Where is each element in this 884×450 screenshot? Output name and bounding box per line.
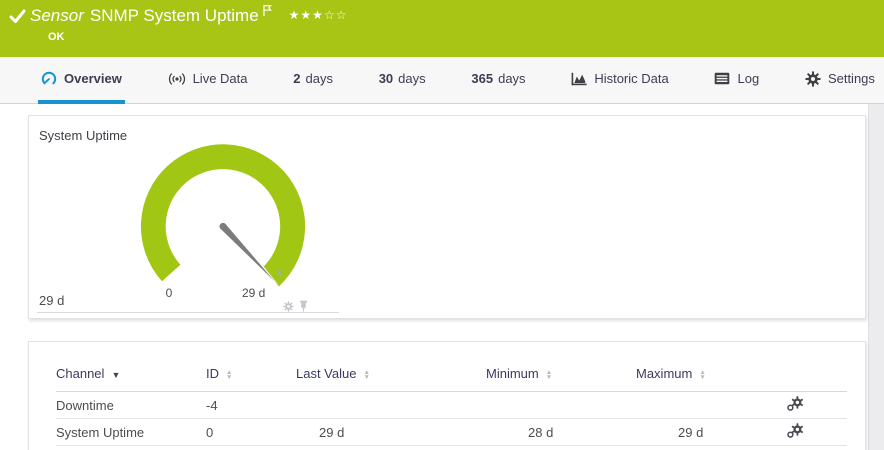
sort-icon[interactable]: ▲ ▼ xyxy=(546,369,552,381)
tab-log[interactable]: Log xyxy=(711,57,762,104)
channel-name[interactable]: System Uptime xyxy=(56,418,206,446)
mean-marker: x̄ xyxy=(277,268,282,278)
flag-icon[interactable] xyxy=(262,4,273,22)
tab-365-days-number: 365 xyxy=(471,71,494,86)
channel-minimum: 28 d xyxy=(486,418,636,446)
table-header-row: Channel ▼ ID ▲ ▼ Last Value ▲ ▼ Minimum ▲ ▼ Max… xyxy=(56,366,847,392)
tab-bar: Overview Live Data 2 days 30 days 365 da… xyxy=(0,57,884,104)
sort-icon[interactable]: ▲ ▼ xyxy=(363,369,369,381)
status-badge: OK xyxy=(48,31,65,43)
log-icon xyxy=(714,72,730,85)
priority-stars[interactable]: ★★★☆☆ xyxy=(289,8,348,22)
tab-overview[interactable]: Overview xyxy=(38,57,125,104)
channel-settings-icon[interactable] xyxy=(787,396,804,414)
sorted-desc-icon[interactable]: ▼ xyxy=(111,370,120,380)
tab-overview-label: Overview xyxy=(64,71,122,86)
channels-table: Channel ▼ ID ▲ ▼ Last Value ▲ ▼ Minimum ▲ ▼ Max… xyxy=(56,366,847,446)
gauge-scale-min: 0 xyxy=(165,286,173,300)
content-area: System Uptime x̄ 0 29 d 29 d Channel ▼ I… xyxy=(0,104,884,450)
channel-settings-icon[interactable] xyxy=(787,423,804,441)
tab-2-days-label: days xyxy=(305,71,333,86)
broadcast-icon xyxy=(168,72,186,86)
tab-2-days-number: 2 xyxy=(293,71,301,86)
table-row-system-uptime: System Uptime 0 29 d 28 d 29 d xyxy=(56,418,847,446)
channel-minimum xyxy=(486,391,636,419)
scrollbar-track[interactable] xyxy=(868,104,884,450)
pin-icon[interactable] xyxy=(299,299,308,317)
channel-name[interactable]: Downtime xyxy=(56,391,206,419)
column-header-channel[interactable]: Channel ▼ xyxy=(56,366,206,392)
gauge-settings-gear-icon[interactable] xyxy=(283,299,294,317)
stars-filled[interactable]: ★★★ xyxy=(289,8,324,22)
sensor-type-label: Sensor xyxy=(30,6,84,25)
tab-365-days-label: days xyxy=(498,71,526,86)
tab-30-days-label: days xyxy=(398,71,426,86)
tab-historic-data-label: Historic Data xyxy=(594,71,669,86)
gauge-current-value: 29 d xyxy=(39,293,65,308)
table-row-downtime: Downtime -4 xyxy=(56,391,847,419)
tab-historic-data[interactable]: Historic Data xyxy=(568,57,671,104)
gear-icon xyxy=(805,70,821,87)
tab-30-days-number: 30 xyxy=(378,71,394,86)
chart-icon xyxy=(571,72,587,86)
sensor-overview-page: Sensor SNMP System Uptime ★★★☆☆ OK Overv… xyxy=(0,0,884,450)
tab-log-label: Log xyxy=(737,71,760,86)
channel-last-value: 29 d xyxy=(296,418,486,446)
tab-30-days[interactable]: 30 days xyxy=(376,57,429,104)
channels-panel: Channel ▼ ID ▲ ▼ Last Value ▲ ▼ Minimum ▲ ▼ Max… xyxy=(28,341,866,450)
page-title: SNMP System Uptime xyxy=(89,6,259,25)
column-header-id[interactable]: ID ▲ ▼ xyxy=(206,366,296,392)
tab-settings-label: Settings xyxy=(827,71,875,86)
stars-empty[interactable]: ☆☆ xyxy=(324,8,348,22)
sort-icon[interactable]: ▲ ▼ xyxy=(699,369,705,381)
tab-365-days[interactable]: 365 days xyxy=(468,57,528,104)
gauge-panel: System Uptime x̄ 0 29 d 29 d xyxy=(28,115,866,319)
channel-maximum: 29 d xyxy=(636,418,786,446)
sensor-header: Sensor SNMP System Uptime ★★★☆☆ OK xyxy=(0,0,884,57)
column-header-maximum[interactable]: Maximum ▲ ▼ xyxy=(636,366,786,392)
channel-id: 0 xyxy=(206,418,296,446)
gauge-title: System Uptime xyxy=(39,128,128,143)
tab-2-days[interactable]: 2 days xyxy=(290,57,336,104)
column-header-last-value[interactable]: Last Value ▲ ▼ xyxy=(296,366,486,392)
status-check-icon xyxy=(9,9,26,29)
uptime-gauge xyxy=(140,144,306,287)
channel-last-value xyxy=(296,391,486,419)
sort-icon[interactable]: ▲ ▼ xyxy=(226,369,232,381)
tab-live-data[interactable]: Live Data xyxy=(165,57,251,104)
channel-id: -4 xyxy=(206,391,296,419)
tab-settings[interactable]: Settings xyxy=(802,57,878,104)
channel-maximum xyxy=(636,391,786,419)
gauge-icon xyxy=(41,71,57,86)
tab-live-data-label: Live Data xyxy=(192,71,248,86)
gauge-scale-max: 29 d xyxy=(242,286,266,300)
column-header-minimum[interactable]: Minimum ▲ ▼ xyxy=(486,366,636,392)
